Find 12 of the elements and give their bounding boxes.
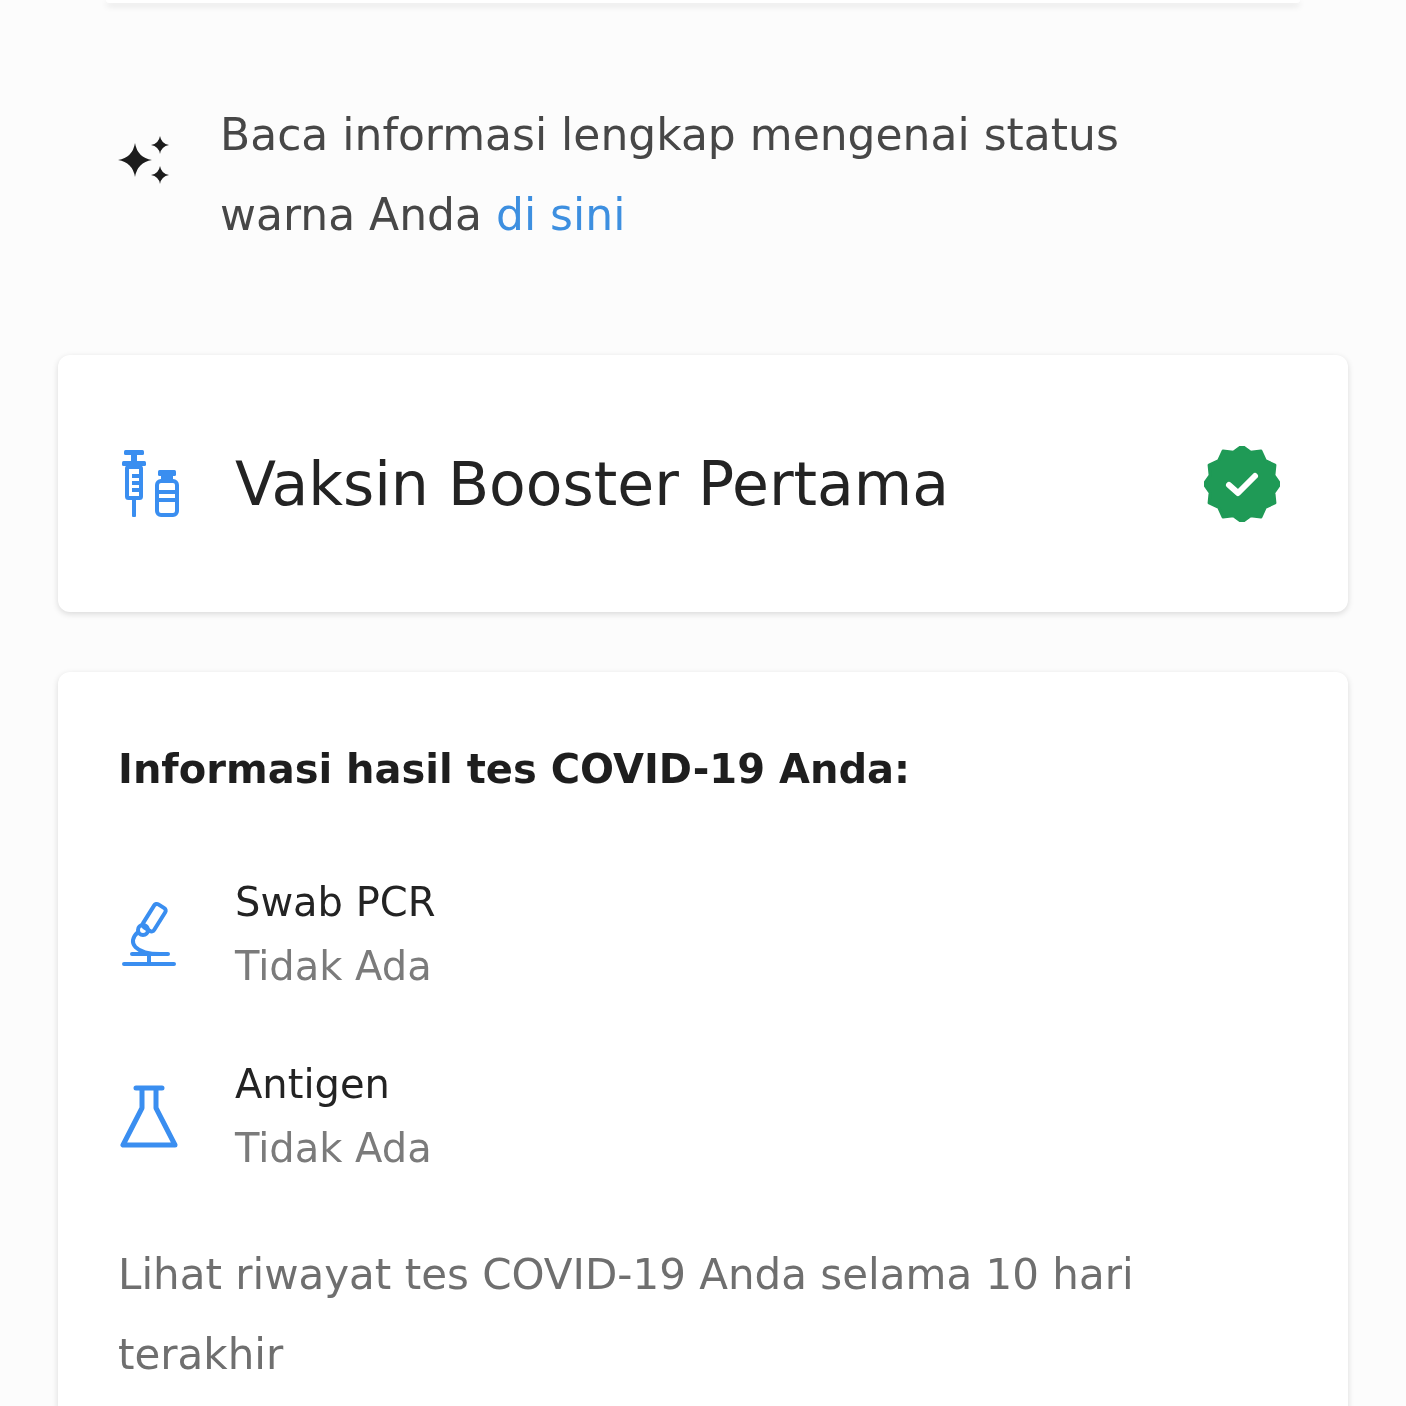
info-link[interactable]: di sini (495, 189, 626, 240)
info-text: Baca informasi lengkap mengenai status warna Anda di sini (220, 108, 1120, 242)
test-name: Antigen (235, 1060, 390, 1109)
test-results-heading: Informasi hasil tes COVID-19 Anda: (118, 745, 911, 794)
syringe-vial-icon (120, 449, 182, 518)
sparkle-icon (118, 135, 170, 185)
test-name: Swab PCR (235, 878, 436, 927)
test-result: Tidak Ada (235, 1124, 432, 1173)
vaccine-title: Vaksin Booster Pertama (235, 448, 951, 519)
test-result: Tidak Ada (235, 942, 432, 991)
flask-icon (118, 1083, 180, 1149)
history-text: Lihat riwayat tes COVID-19 Anda selama 10 hari terakhir (118, 1249, 1135, 1381)
